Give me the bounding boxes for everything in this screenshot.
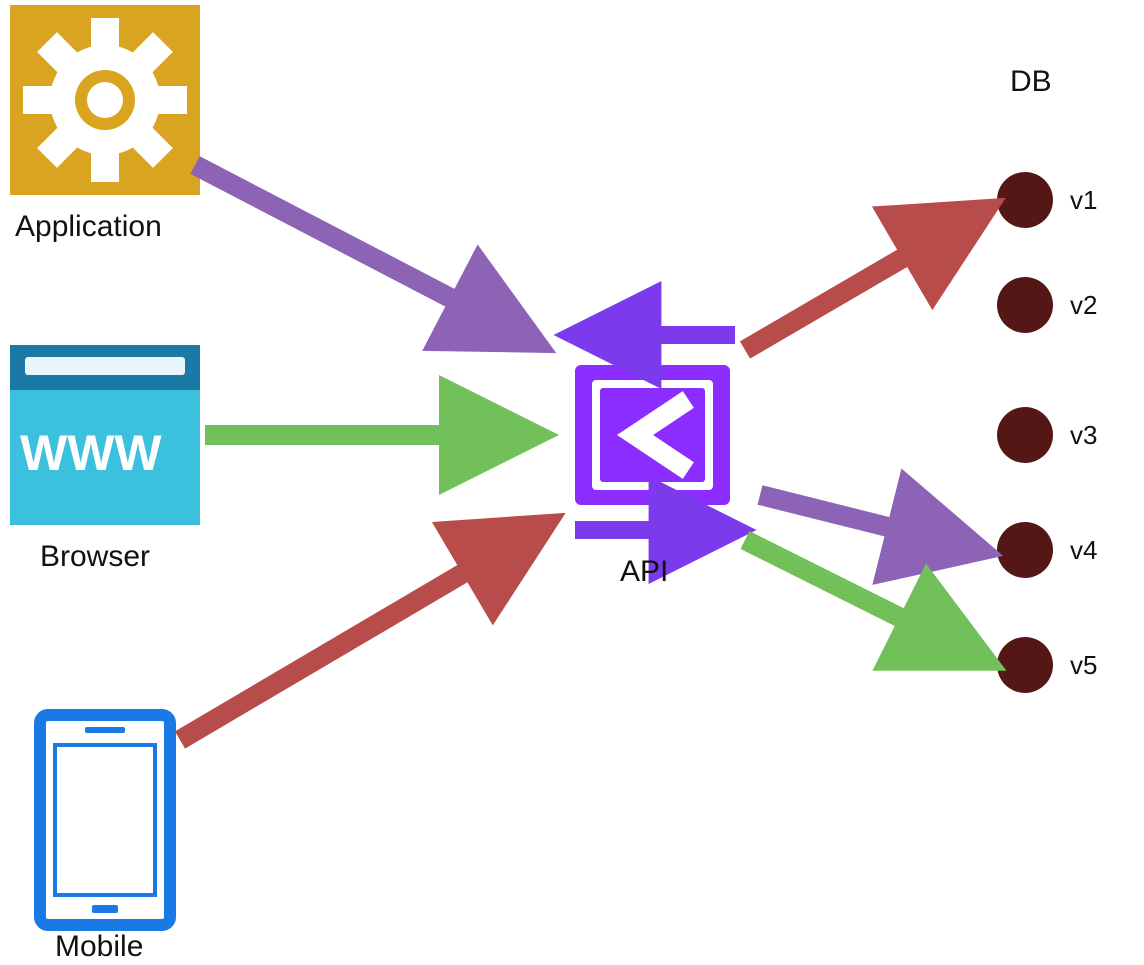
mobile-icon (40, 715, 170, 925)
browser-icon: WWW (10, 345, 200, 525)
db-nodes (997, 172, 1053, 693)
application-label: Application (15, 210, 162, 244)
diagram-canvas: WWW (0, 0, 1144, 965)
mobile-label: Mobile (55, 930, 143, 964)
db-node-v5 (997, 637, 1053, 693)
db-title: DB (1010, 65, 1052, 99)
arrow-api-to-v4 (760, 495, 980, 550)
db-node-label-v3: v3 (1070, 420, 1097, 451)
browser-www-text: WWW (20, 425, 162, 481)
arrow-application-to-api (195, 165, 535, 342)
arrow-api-to-v5 (745, 540, 985, 660)
db-node-v3 (997, 407, 1053, 463)
application-icon (0, 0, 221, 216)
arrow-mobile-to-api (180, 525, 545, 740)
browser-label: Browser (40, 540, 150, 574)
api-icon (575, 365, 730, 505)
api-architecture-diagram: WWW (0, 0, 1144, 965)
db-node-label-v5: v5 (1070, 650, 1097, 681)
db-node-label-v4: v4 (1070, 535, 1097, 566)
db-node-v2 (997, 277, 1053, 333)
db-node-label-v2: v2 (1070, 290, 1097, 321)
db-node-label-v1: v1 (1070, 185, 1097, 216)
db-node-v4 (997, 522, 1053, 578)
api-label: API (620, 555, 668, 589)
db-node-v1 (997, 172, 1053, 228)
arrow-api-to-v1 (745, 210, 985, 350)
